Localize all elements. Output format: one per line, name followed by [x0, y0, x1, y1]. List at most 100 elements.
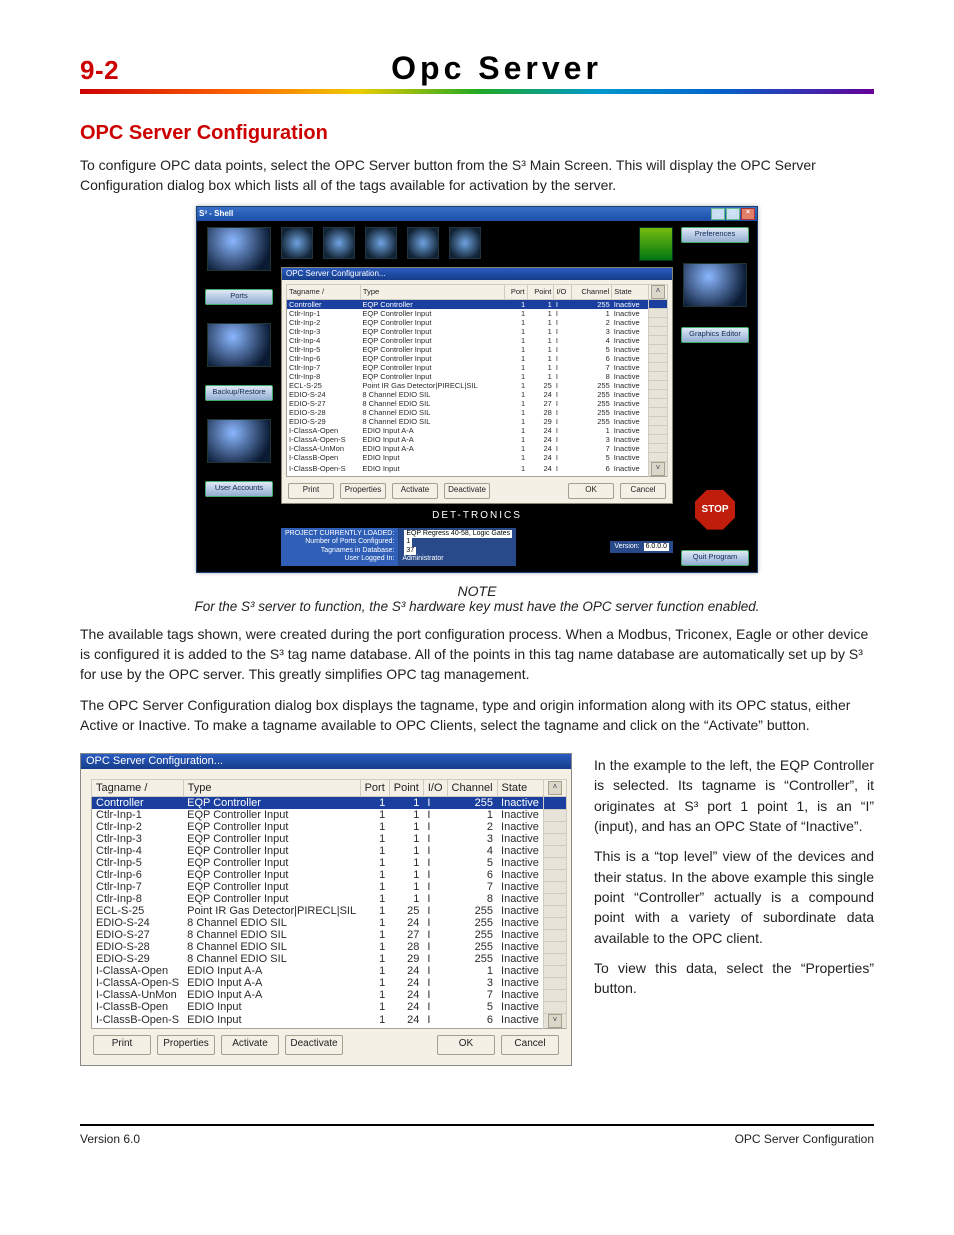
page-number: 9-2	[80, 55, 119, 86]
opc-dialog-large: OPC Server Configuration... Tagname / Ty…	[80, 753, 572, 1066]
scroll-up-icon[interactable]: ˄	[548, 781, 562, 795]
tool-icon[interactable]	[281, 227, 313, 259]
minimize-icon[interactable]: _	[711, 208, 725, 220]
table-row[interactable]: I-ClassA-Open-SEDIO Input A-A124I3Inacti…	[92, 977, 567, 989]
table-row[interactable]: Ctlr-Inp-8EQP Controller Input11I8Inacti…	[287, 372, 668, 381]
table-row[interactable]: I-ClassB-OpenEDIO Input124I5Inactive	[92, 1001, 567, 1013]
table-row[interactable]: Ctlr-Inp-1EQP Controller Input11I1Inacti…	[287, 309, 668, 318]
table-row[interactable]: I-ClassA-OpenEDIO Input A-A124I1Inactive	[287, 426, 668, 435]
table-row[interactable]: I-ClassA-Open-SEDIO Input A-A124I3Inacti…	[287, 435, 668, 444]
table-row[interactable]: Ctlr-Inp-3EQP Controller Input11I3Inacti…	[287, 327, 668, 336]
table-row[interactable]: EDIO-S-288 Channel EDIO SIL128I255Inacti…	[92, 941, 567, 953]
quit-program-button[interactable]: Quit Program	[681, 550, 749, 566]
table-row[interactable]: I-ClassB-Open-SEDIO Input124I6Inactive˅	[92, 1013, 567, 1028]
deactivate-button[interactable]: Deactivate	[285, 1035, 343, 1055]
table-row[interactable]: EDIO-S-288 Channel EDIO SIL128I255Inacti…	[287, 408, 668, 417]
col-channel[interactable]: Channel	[447, 780, 497, 797]
preferences-button[interactable]: Preferences	[681, 227, 749, 243]
scroll-up-icon[interactable]: ˄	[651, 285, 665, 299]
backup-restore-button[interactable]: Backup/Restore	[205, 385, 273, 401]
table-row[interactable]: ECL-S-25Point IR Gas Detector|PIRECL|SIL…	[287, 381, 668, 390]
table-row[interactable]: EDIO-S-298 Channel EDIO SIL129I255Inacti…	[92, 953, 567, 965]
paragraph-3: The OPC Server Configuration dialog box …	[80, 695, 874, 736]
stop-sign-icon[interactable]: STOP	[695, 490, 735, 530]
cancel-button[interactable]: Cancel	[620, 483, 666, 499]
tool-icon[interactable]	[323, 227, 355, 259]
table-row[interactable]: I-ClassA-OpenEDIO Input A-A124I1Inactive	[92, 965, 567, 977]
tool-icon[interactable]	[449, 227, 481, 259]
paragraph-2: The available tags shown, were created d…	[80, 624, 874, 685]
table-row[interactable]: ECL-S-25Point IR Gas Detector|PIRECL|SIL…	[92, 905, 567, 917]
user-logged-value: Administrator	[402, 555, 443, 562]
properties-button[interactable]: Properties	[157, 1035, 215, 1055]
col-channel[interactable]: Channel	[572, 284, 612, 299]
table-row[interactable]: Ctlr-Inp-2EQP Controller Input11I2Inacti…	[287, 318, 668, 327]
footer-section: OPC Server Configuration	[735, 1132, 874, 1146]
col-type[interactable]: Type	[360, 284, 504, 299]
deactivate-button[interactable]: Deactivate	[444, 483, 490, 499]
table-row[interactable]: Ctlr-Inp-2EQP Controller Input11I2Inacti…	[92, 821, 567, 833]
ok-button[interactable]: OK	[568, 483, 614, 499]
activate-button[interactable]: Activate	[392, 483, 438, 499]
table-row[interactable]: Ctlr-Inp-8EQP Controller Input11I8Inacti…	[92, 893, 567, 905]
brand-square-icon	[639, 227, 673, 261]
col-state[interactable]: State	[497, 780, 543, 797]
table-row[interactable]: I-ClassB-OpenEDIO Input124I5Inactive	[287, 453, 668, 462]
graphics-editor-button[interactable]: Graphics Editor	[681, 327, 749, 343]
table-row[interactable]: Ctlr-Inp-1EQP Controller Input11I1Inacti…	[92, 809, 567, 821]
note-text: For the S³ server to function, the S³ ha…	[80, 599, 874, 614]
col-io[interactable]: I/O	[423, 780, 447, 797]
col-port[interactable]: Port	[504, 284, 527, 299]
col-io[interactable]: I/O	[554, 284, 572, 299]
user-accounts-button[interactable]: User Accounts	[205, 481, 273, 497]
table-row[interactable]: Ctlr-Inp-5EQP Controller Input11I5Inacti…	[92, 857, 567, 869]
table-row[interactable]: Ctlr-Inp-4EQP Controller Input11I4Inacti…	[287, 336, 668, 345]
ok-button[interactable]: OK	[437, 1035, 495, 1055]
app-shell-screenshot: S³ - Shell _ □ × Ports Backup/Restore Us…	[196, 206, 758, 573]
table-row[interactable]: ControllerEQP Controller11I255Inactive	[287, 299, 668, 309]
tool-icon[interactable]	[365, 227, 397, 259]
table-row[interactable]: ControllerEQP Controller11I255Inactive	[92, 797, 567, 810]
activate-button[interactable]: Activate	[221, 1035, 279, 1055]
table-row[interactable]: I-ClassA-UnMonEDIO Input A-A124I7Inactiv…	[92, 989, 567, 1001]
note-label: NOTE	[80, 583, 874, 599]
table-row[interactable]: EDIO-S-278 Channel EDIO SIL127I255Inacti…	[287, 399, 668, 408]
table-row[interactable]: EDIO-S-278 Channel EDIO SIL127I255Inacti…	[92, 929, 567, 941]
print-button[interactable]: Print	[93, 1035, 151, 1055]
maximize-icon[interactable]: □	[726, 208, 740, 220]
thumbnail-backup	[207, 323, 271, 367]
footer-version: Version 6.0	[80, 1132, 140, 1146]
page-title: Opc Server	[119, 50, 874, 87]
cancel-button[interactable]: Cancel	[501, 1035, 559, 1055]
scroll-down-icon[interactable]: ˅	[548, 1014, 562, 1028]
intro-paragraph: To configure OPC data points, select the…	[80, 155, 874, 196]
table-row[interactable]: I-ClassB-Open-SEDIO Input124I6Inactive˅	[287, 462, 668, 477]
col-point[interactable]: Point	[527, 284, 554, 299]
thumbnail-users	[207, 419, 271, 463]
col-state[interactable]: State	[612, 284, 649, 299]
col-point[interactable]: Point	[389, 780, 423, 797]
col-tagname[interactable]: Tagname /	[287, 284, 361, 299]
table-row[interactable]: EDIO-S-248 Channel EDIO SIL124I255Inacti…	[92, 917, 567, 929]
close-icon[interactable]: ×	[741, 208, 755, 220]
col-tagname[interactable]: Tagname /	[92, 780, 184, 797]
opc-table-mini: Tagname / Type Port Point I/O Channel St…	[286, 284, 668, 478]
table-row[interactable]: EDIO-S-248 Channel EDIO SIL124I255Inacti…	[287, 390, 668, 399]
col-port[interactable]: Port	[360, 780, 389, 797]
col-type[interactable]: Type	[183, 780, 360, 797]
table-row[interactable]: Ctlr-Inp-7EQP Controller Input11I7Inacti…	[287, 363, 668, 372]
scroll-down-icon[interactable]: ˅	[651, 462, 665, 476]
table-row[interactable]: Ctlr-Inp-7EQP Controller Input11I7Inacti…	[92, 881, 567, 893]
table-row[interactable]: EDIO-S-298 Channel EDIO SIL129I255Inacti…	[287, 417, 668, 426]
properties-button[interactable]: Properties	[340, 483, 386, 499]
ports-button[interactable]: Ports	[205, 289, 273, 305]
table-row[interactable]: I-ClassA-UnMonEDIO Input A-A124I7Inactiv…	[287, 444, 668, 453]
table-row[interactable]: Ctlr-Inp-3EQP Controller Input11I3Inacti…	[92, 833, 567, 845]
print-button[interactable]: Print	[288, 483, 334, 499]
tagnames-db-value: 37	[404, 547, 416, 555]
table-row[interactable]: Ctlr-Inp-4EQP Controller Input11I4Inacti…	[92, 845, 567, 857]
table-row[interactable]: Ctlr-Inp-5EQP Controller Input11I5Inacti…	[287, 345, 668, 354]
tool-icon[interactable]	[407, 227, 439, 259]
table-row[interactable]: Ctlr-Inp-6EQP Controller Input11I6Inacti…	[92, 869, 567, 881]
table-row[interactable]: Ctlr-Inp-6EQP Controller Input11I6Inacti…	[287, 354, 668, 363]
